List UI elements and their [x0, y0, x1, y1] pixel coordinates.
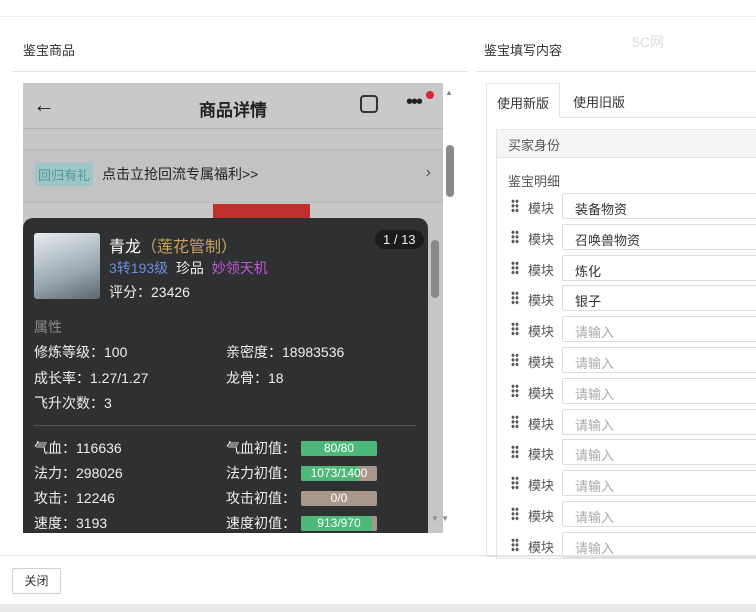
bottom-strip	[0, 604, 756, 612]
module-row: 模块 请输入	[508, 347, 756, 373]
tab-new-version[interactable]: 使用新版	[486, 83, 561, 118]
module-input[interactable]: 请输入	[562, 377, 756, 404]
drag-handle-icon[interactable]	[511, 199, 519, 213]
module-input[interactable]: 请输入	[562, 316, 756, 343]
drag-handle-icon[interactable]	[511, 414, 519, 429]
stat-init-label: 攻击初值：	[226, 490, 296, 506]
module-input[interactable]: 请输入	[562, 439, 756, 466]
promo-tag: 回归有礼	[35, 163, 94, 186]
module-input[interactable]: 召唤兽物资	[562, 223, 756, 250]
module-label: 模块	[528, 324, 555, 340]
attr-section: 属性	[34, 319, 62, 335]
chevron-right-icon: ›	[425, 164, 431, 181]
attr: 亲密度：18983536	[226, 344, 345, 360]
module-input[interactable]: 请输入	[562, 531, 756, 558]
module-row: 模块 召唤兽物资	[508, 223, 756, 250]
stat-value: 法力：298026	[34, 465, 123, 481]
pet-info: 3转193级 珍品 妙领天机	[109, 260, 268, 276]
module-input[interactable]: 银子	[562, 285, 756, 312]
phone-title: 商品详情	[199, 101, 267, 120]
scroll-up-icon[interactable]: ▲	[445, 88, 453, 97]
module-row: 模块 请输入	[508, 439, 756, 466]
module-input[interactable]: 装备物资	[562, 193, 756, 219]
module-label: 模块	[528, 201, 555, 216]
module-label: 模块	[528, 478, 555, 494]
left-divider	[12, 71, 468, 72]
stat-init-bar: 0/0	[301, 491, 377, 506]
pet-card: 青龙（莲花管制） 3转193级 珍品 妙领天机 评分：23426 1 / 13 …	[23, 218, 428, 533]
footer-divider	[0, 555, 756, 556]
stat-init-label: 法力初值：	[226, 465, 296, 481]
outer-scrollbar[interactable]	[446, 145, 454, 197]
pet-name: 青龙（莲花管制）	[109, 239, 238, 256]
module-row: 模块 请输入	[508, 470, 756, 497]
phone-header: ← 商品详情 •••	[23, 83, 443, 129]
drag-handle-icon[interactable]	[511, 445, 519, 460]
buyer-identity-header[interactable]: 买家身份	[497, 130, 756, 158]
left-section-title: 鉴宝商品	[23, 43, 76, 58]
drag-handle-icon[interactable]	[511, 353, 519, 367]
drag-handle-icon[interactable]	[511, 476, 519, 491]
attr: 飞升次数：3	[34, 395, 112, 411]
attr: 修炼等级：100	[34, 344, 128, 360]
promo-text: 点击立抢回流专属福利>>	[102, 166, 259, 182]
stat-value: 速度：3193	[34, 515, 108, 531]
card-divider	[34, 425, 416, 426]
pet-avatar	[34, 233, 100, 299]
detail-title: 鉴宝明细	[508, 174, 561, 189]
drag-handle-icon[interactable]	[511, 260, 519, 275]
right-divider	[476, 71, 756, 72]
right-section-title: 鉴宝填写内容	[484, 43, 563, 58]
stat-init-bar: 80/80	[301, 441, 377, 456]
module-row: 模块 请输入	[508, 501, 756, 527]
module-row: 模块 请输入	[508, 408, 756, 435]
module-input[interactable]: 请输入	[562, 501, 756, 527]
stat-value: 攻击：12246	[34, 490, 115, 506]
top-divider	[0, 16, 756, 17]
card-scrollbar[interactable]	[431, 240, 439, 298]
module-row: 模块 装备物资	[508, 193, 756, 219]
close-button[interactable]: 关闭	[12, 568, 61, 594]
stat-value: 气血：116636	[34, 440, 122, 456]
stat-init-label: 速度初值：	[226, 515, 296, 531]
stat-init-label: 气血初值：	[226, 440, 296, 456]
module-row: 模块 请输入	[508, 377, 756, 404]
module-row: 模块 请输入	[508, 316, 756, 343]
module-input[interactable]: 请输入	[562, 470, 756, 497]
stat-init-bar: 1073/1400	[301, 466, 377, 481]
attr: 龙骨：18	[226, 370, 284, 386]
module-label: 模块	[528, 385, 555, 401]
module-label: 模块	[528, 231, 555, 247]
pet-score: 评分：23426	[109, 284, 190, 300]
module-label: 模块	[528, 416, 555, 432]
drag-handle-icon[interactable]	[511, 322, 519, 337]
module-label: 模块	[528, 447, 555, 463]
stat-init-bar: 913/970	[301, 516, 377, 531]
module-row: 模块 银子	[508, 285, 756, 312]
module-label: 模块	[528, 509, 555, 524]
drag-handle-icon[interactable]	[511, 537, 519, 552]
module-label: 模块	[528, 355, 555, 370]
module-label: 模块	[528, 293, 555, 309]
tab-old-version[interactable]: 使用旧版	[563, 83, 635, 118]
module-row: 模块 炼化	[508, 254, 756, 281]
promo-row: 回归有礼 点击立抢回流专属福利>> ›	[23, 149, 443, 203]
share-icon	[360, 95, 378, 113]
drag-handle-icon[interactable]	[511, 229, 519, 244]
attr: 成长率：1.27/1.27	[34, 370, 149, 386]
notification-dot	[426, 91, 434, 99]
scroll-down-icon[interactable]: ▼ ▼	[431, 514, 449, 523]
module-input[interactable]: 炼化	[562, 254, 756, 281]
module-input[interactable]: 请输入	[562, 408, 756, 435]
pager: 1 / 13	[375, 230, 424, 249]
drag-handle-icon[interactable]	[511, 507, 519, 521]
drag-handle-icon[interactable]	[511, 291, 519, 306]
watermark: 5C网	[632, 34, 664, 50]
drag-handle-icon[interactable]	[511, 383, 519, 398]
more-icon: •••	[406, 91, 423, 113]
module-label: 模块	[528, 262, 555, 278]
module-input[interactable]: 请输入	[562, 347, 756, 373]
module-row: 模块 请输入	[508, 531, 756, 558]
module-label: 模块	[528, 539, 555, 555]
